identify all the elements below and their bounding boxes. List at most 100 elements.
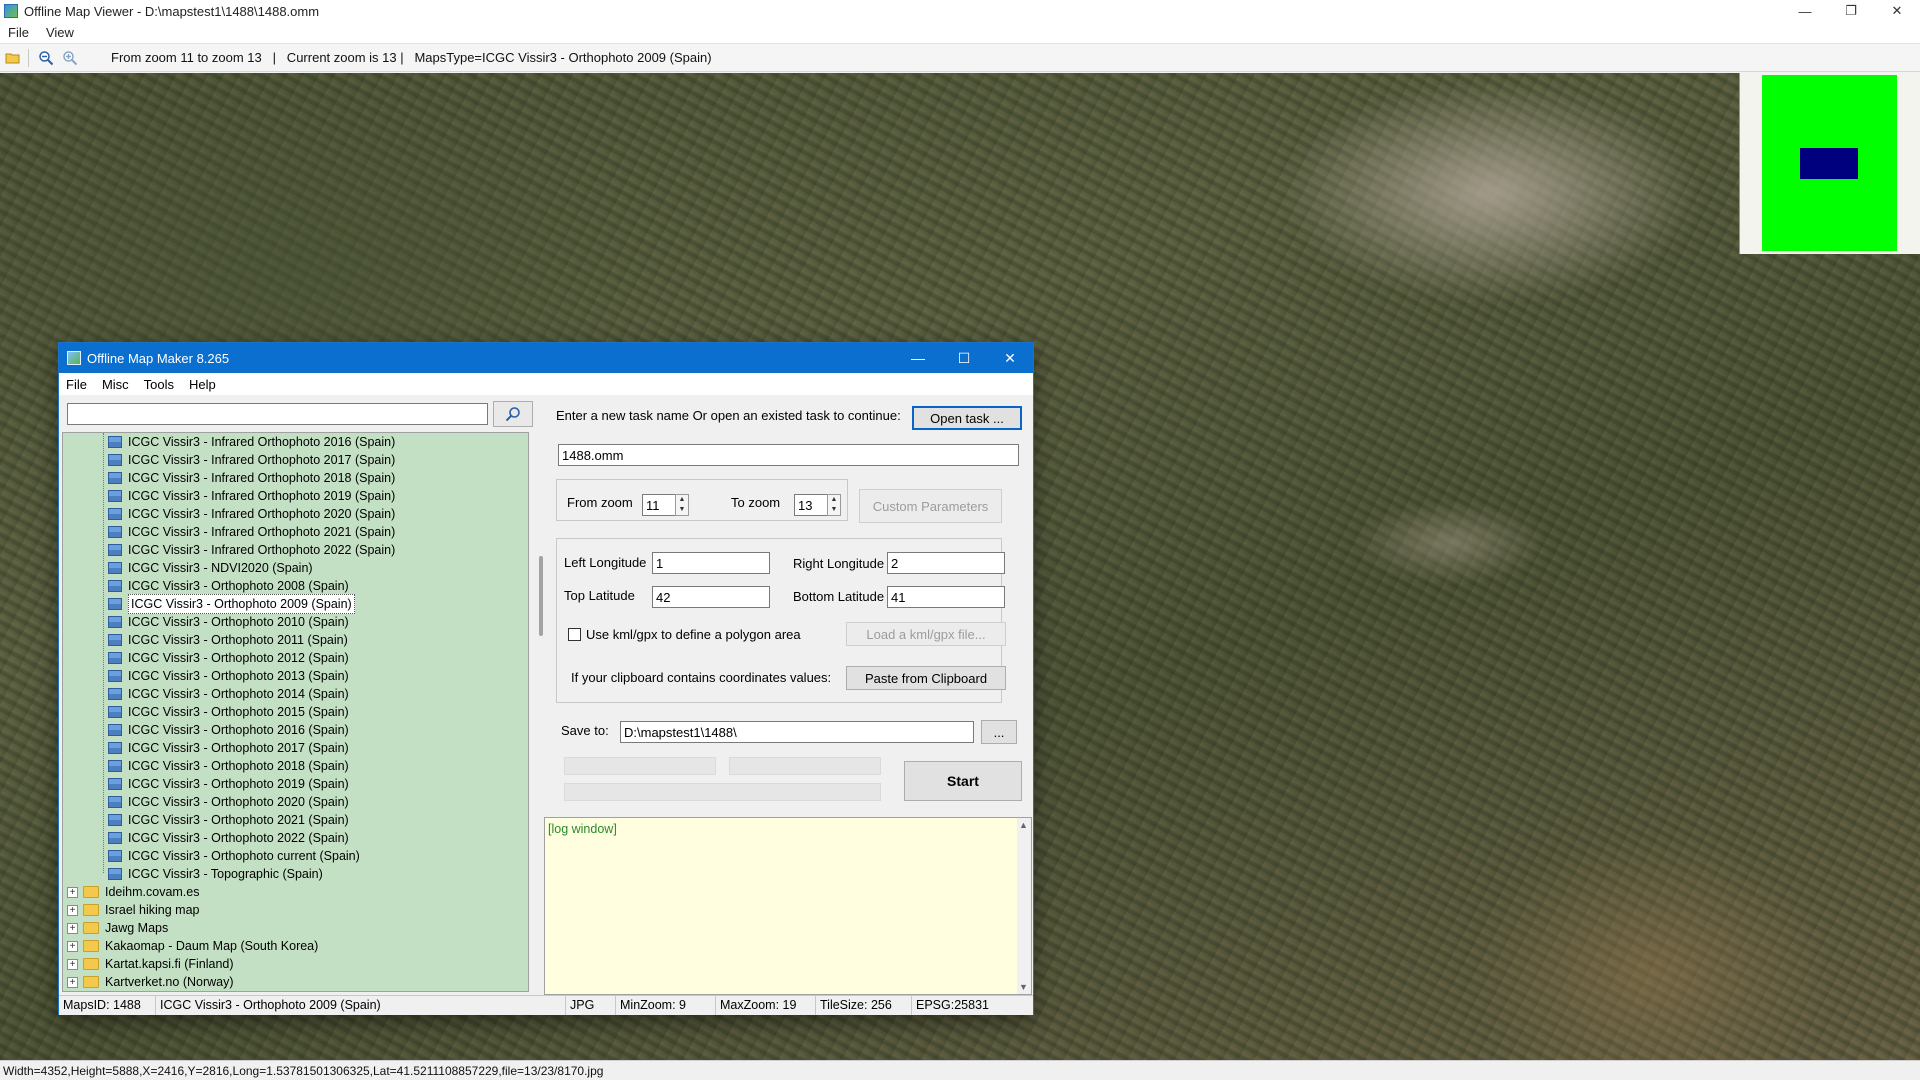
map-tile-icon: [108, 580, 122, 592]
scroll-down-icon[interactable]: ▼: [1019, 982, 1028, 992]
dialog-menu-help[interactable]: Help: [182, 377, 224, 392]
minimize-button[interactable]: —: [1782, 0, 1828, 22]
spin-down-icon[interactable]: ▼: [828, 505, 840, 515]
start-button[interactable]: Start: [904, 761, 1022, 801]
maximize-button[interactable]: ❐: [1828, 0, 1874, 22]
tree-map-item[interactable]: ICGC Vissir3 - Topographic (Spain): [63, 865, 528, 883]
tree-map-item[interactable]: ICGC Vissir3 - Infrared Orthophoto 2016 …: [63, 433, 528, 451]
search-button[interactable]: [493, 401, 533, 427]
tree-map-item[interactable]: ICGC Vissir3 - Orthophoto 2011 (Spain): [63, 631, 528, 649]
task-prompt-label: Enter a new task name Or open an existed…: [556, 408, 901, 423]
zoom-out-button[interactable]: [35, 47, 57, 69]
tree-map-item[interactable]: ICGC Vissir3 - NDVI2020 (Spain): [63, 559, 528, 577]
tree-folder-item[interactable]: + Kakaomap - Daum Map (South Korea): [63, 937, 528, 955]
spin-up-icon[interactable]: ▲: [828, 495, 840, 505]
custom-parameters-button[interactable]: Custom Parameters: [859, 489, 1002, 523]
spin-down-icon[interactable]: ▼: [676, 505, 688, 515]
left-longitude-input[interactable]: [652, 552, 770, 574]
top-latitude-input[interactable]: [652, 586, 770, 608]
expand-icon[interactable]: +: [67, 886, 78, 898]
paste-from-clipboard-button[interactable]: Paste from Clipboard: [846, 666, 1006, 690]
close-button[interactable]: ✕: [1874, 0, 1920, 22]
tree-map-item-label: ICGC Vissir3 - Infrared Orthophoto 2019 …: [128, 489, 396, 503]
log-scrollbar[interactable]: ▲ ▼: [1017, 818, 1031, 994]
map-type-tree[interactable]: ICGC Vissir3 - Infrared Orthophoto 2016 …: [62, 432, 529, 992]
tree-folder-item[interactable]: + Kartverket.no (Norway): [63, 973, 528, 991]
tree-map-item[interactable]: ICGC Vissir3 - Orthophoto 2009 (Spain): [63, 594, 528, 614]
expand-icon[interactable]: +: [67, 904, 78, 916]
from-zoom-spinner[interactable]: ▲ ▼: [675, 494, 689, 516]
tree-map-item[interactable]: ICGC Vissir3 - Orthophoto 2020 (Spain): [63, 793, 528, 811]
tree-map-item[interactable]: ICGC Vissir3 - Orthophoto 2019 (Spain): [63, 775, 528, 793]
tree-folder-item[interactable]: + Kartat.kapsi.fi (Finland): [63, 955, 528, 973]
tree-folder-label: Kakaomap - Daum Map (South Korea): [105, 939, 319, 953]
task-name-input[interactable]: [558, 444, 1019, 466]
tree-folder-item[interactable]: + Ideihm.covam.es: [63, 883, 528, 901]
bottom-latitude-input[interactable]: [887, 586, 1005, 608]
dialog-menu-tools[interactable]: Tools: [137, 377, 182, 392]
tree-map-item[interactable]: ICGC Vissir3 - Infrared Orthophoto 2021 …: [63, 523, 528, 541]
menu-view[interactable]: View: [38, 25, 83, 40]
overview-viewport[interactable]: [1800, 148, 1858, 179]
browse-button[interactable]: ...: [981, 720, 1017, 744]
map-tile-icon: [108, 688, 122, 700]
map-search-input[interactable]: [67, 403, 488, 425]
tree-map-item[interactable]: ICGC Vissir3 - Orthophoto 2014 (Spain): [63, 685, 528, 703]
tree-map-item[interactable]: ICGC Vissir3 - Infrared Orthophoto 2018 …: [63, 469, 528, 487]
left-longitude-label: Left Longitude: [564, 555, 647, 570]
tree-folder-item[interactable]: + Israel hiking map: [63, 901, 528, 919]
overview-map[interactable]: [1739, 73, 1920, 254]
tree-map-item[interactable]: ICGC Vissir3 - Orthophoto 2017 (Spain): [63, 739, 528, 757]
kml-checkbox[interactable]: [568, 628, 581, 641]
load-kml-button[interactable]: Load a kml/gpx file...: [846, 622, 1006, 646]
top-latitude-label: Top Latitude: [564, 588, 635, 603]
open-folder-button[interactable]: [2, 47, 24, 69]
zoom-in-button[interactable]: [59, 47, 81, 69]
tree-map-item[interactable]: ICGC Vissir3 - Orthophoto 2022 (Spain): [63, 829, 528, 847]
tree-folder-item[interactable]: + Jawg Maps: [63, 919, 528, 937]
tree-map-item[interactable]: ICGC Vissir3 - Infrared Orthophoto 2022 …: [63, 541, 528, 559]
map-tile-icon: [108, 508, 122, 520]
to-zoom-input[interactable]: [794, 494, 828, 516]
scroll-up-icon[interactable]: ▲: [1019, 820, 1028, 830]
dialog-minimize-button[interactable]: —: [895, 343, 941, 373]
open-task-button[interactable]: Open task ...: [912, 406, 1022, 430]
expand-icon[interactable]: +: [67, 958, 78, 970]
tree-map-item[interactable]: ICGC Vissir3 - Orthophoto 2018 (Spain): [63, 757, 528, 775]
tree-map-item-label: ICGC Vissir3 - Orthophoto 2008 (Spain): [128, 579, 349, 593]
tree-map-item-label: ICGC Vissir3 - Orthophoto 2013 (Spain): [128, 669, 349, 683]
tree-map-item[interactable]: ICGC Vissir3 - Orthophoto 2015 (Spain): [63, 703, 528, 721]
log-window[interactable]: [log window] ▲ ▼: [544, 817, 1032, 995]
expand-icon[interactable]: +: [67, 922, 78, 934]
tree-map-item[interactable]: ICGC Vissir3 - Infrared Orthophoto 2017 …: [63, 451, 528, 469]
dialog-menu-file[interactable]: File: [59, 377, 95, 392]
expand-icon[interactable]: +: [67, 976, 78, 988]
save-path-input[interactable]: [620, 721, 974, 743]
right-longitude-input[interactable]: [887, 552, 1005, 574]
dialog-menu-misc[interactable]: Misc: [95, 377, 137, 392]
tree-map-item[interactable]: ICGC Vissir3 - Orthophoto 2008 (Spain): [63, 577, 528, 595]
tree-map-item[interactable]: ICGC Vissir3 - Orthophoto 2021 (Spain): [63, 811, 528, 829]
tree-map-item[interactable]: ICGC Vissir3 - Infrared Orthophoto 2019 …: [63, 487, 528, 505]
folder-icon: [83, 922, 99, 934]
to-zoom-spinner[interactable]: ▲ ▼: [827, 494, 841, 516]
zoom-out-icon: [39, 50, 54, 65]
tree-map-item[interactable]: ICGC Vissir3 - Orthophoto current (Spain…: [63, 847, 528, 865]
tree-map-item-label: ICGC Vissir3 - Orthophoto current (Spain…: [128, 849, 360, 863]
map-tile-icon: [108, 760, 122, 772]
menu-file[interactable]: File: [0, 25, 38, 40]
map-tile-icon: [108, 436, 122, 448]
dialog-maximize-button[interactable]: ☐: [941, 343, 987, 373]
tree-map-item[interactable]: ICGC Vissir3 - Orthophoto 2013 (Spain): [63, 667, 528, 685]
tree-map-item[interactable]: ICGC Vissir3 - Orthophoto 2016 (Spain): [63, 721, 528, 739]
tree-map-item[interactable]: ICGC Vissir3 - Infrared Orthophoto 2020 …: [63, 505, 528, 523]
spin-up-icon[interactable]: ▲: [676, 495, 688, 505]
tree-map-item[interactable]: ICGC Vissir3 - Orthophoto 2012 (Spain): [63, 649, 528, 667]
tree-map-item[interactable]: ICGC Vissir3 - Orthophoto 2010 (Spain): [63, 613, 528, 631]
tree-map-item-label: ICGC Vissir3 - NDVI2020 (Spain): [128, 561, 313, 575]
dialog-close-button[interactable]: ✕: [987, 343, 1033, 373]
dialog-titlebar[interactable]: Offline Map Maker 8.265 — ☐ ✕: [59, 343, 1033, 373]
from-zoom-input[interactable]: [642, 494, 676, 516]
tree-scrollbar-thumb[interactable]: [539, 556, 543, 636]
expand-icon[interactable]: +: [67, 940, 78, 952]
